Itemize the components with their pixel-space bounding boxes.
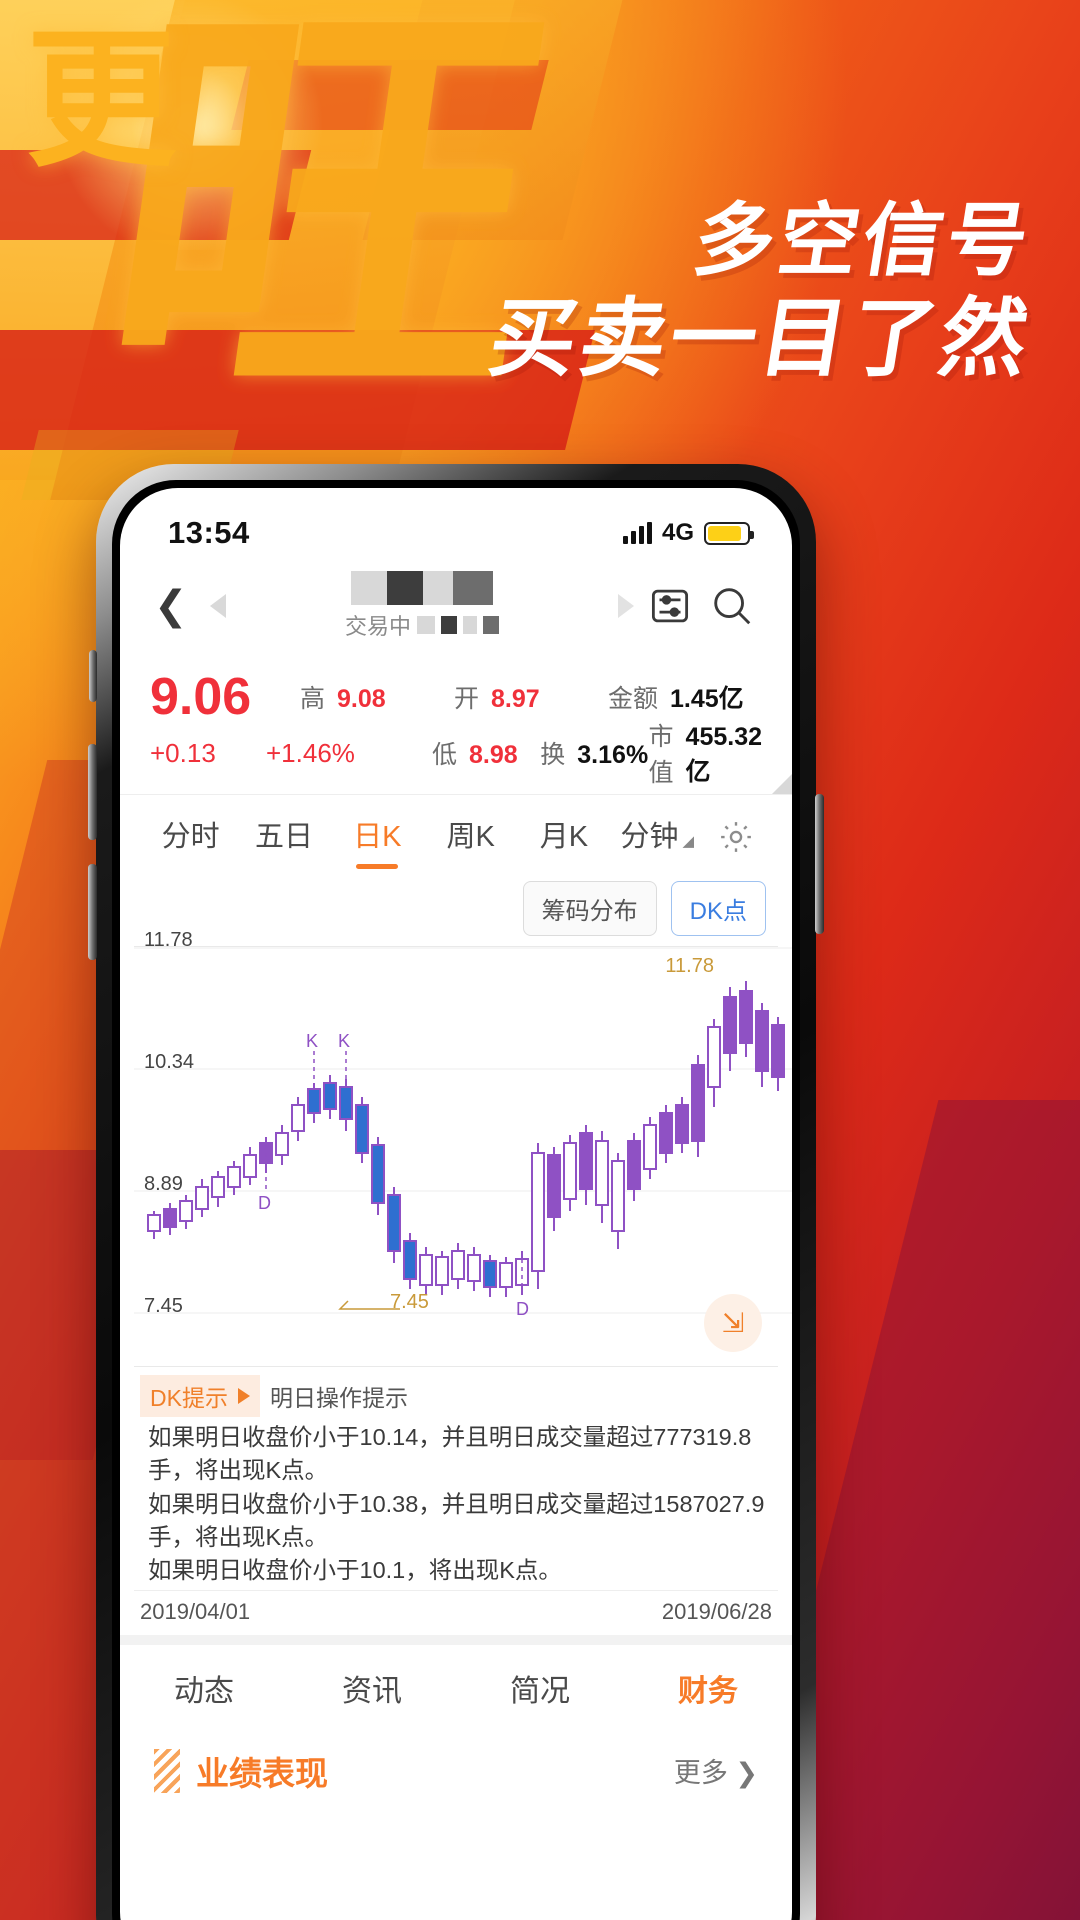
gear-icon[interactable]: [704, 818, 768, 856]
tab-wuri[interactable]: 五日: [237, 813, 330, 861]
dk-subtitle: 明日操作提示: [269, 1385, 408, 1411]
stat-value: 8.97: [491, 685, 540, 713]
svg-text:K: K: [338, 1031, 350, 1051]
navigation-bar: ❮ 交易中: [120, 560, 792, 652]
tab-zixun[interactable]: 资讯: [288, 1666, 456, 1710]
tab-riK[interactable]: 日K: [331, 813, 424, 861]
more-link[interactable]: 更多 ❯: [674, 1751, 758, 1790]
back-button[interactable]: ❮: [154, 586, 200, 626]
dk-badge: DK提示: [140, 1375, 260, 1417]
hatch-marker-icon: [154, 1748, 180, 1793]
dk-hint-header: DK提示 明日操作提示: [140, 1375, 772, 1417]
date-end: 2019/06/28: [661, 1598, 772, 1624]
stat-label: 换: [540, 741, 566, 769]
quote-stat-high: 高 9.08: [300, 679, 454, 715]
tab-fenzhong[interactable]: 分钟 ◢: [611, 813, 704, 861]
phone-volume-down-button: [88, 864, 97, 960]
stat-label: 低: [432, 741, 458, 769]
stat-value: 3.16%: [577, 741, 649, 769]
phone-frame: 13:54 4G ❮ 交易中 9.06 高 9.08 开 8.97 金额 1.4…: [88, 464, 824, 1920]
svg-text:D: D: [258, 1193, 271, 1213]
y-tick-2: 10.34: [144, 1051, 195, 1073]
status-indicators: 4G: [622, 519, 754, 547]
stat-label: 市值: [648, 723, 674, 787]
candlestick-chart[interactable]: KK D D 11.78 10.34 8.89 7.45 11.78 7.45 ⇲: [134, 929, 792, 1366]
stat-value: 9.08: [337, 685, 386, 713]
dk-body-text: 如果明日收盘价小于10.14，并且明日成交量超过777319.8手，将出现K点。…: [148, 1424, 765, 1584]
tab-dongtai[interactable]: 动态: [120, 1666, 288, 1710]
quote-stat-low: 低 8.98: [432, 735, 540, 771]
stat-label: 高: [300, 685, 326, 713]
y-tick-3: 8.89: [144, 1173, 183, 1195]
section-tabs: 动态 资讯 简况 财务: [120, 1634, 792, 1731]
tab-jiankuang[interactable]: 简况: [456, 1666, 624, 1710]
quote-stat-amount: 金额 1.45亿: [608, 679, 762, 715]
prev-stock-button[interactable]: [210, 594, 226, 618]
status-clock: 13:54: [168, 515, 250, 550]
network-type-label: 4G: [661, 519, 694, 546]
sliders-icon[interactable]: [644, 580, 696, 632]
chart-period-tabs: 分时 五日 日K 周K 月K 分钟 ◢: [120, 795, 792, 879]
chart-low-annotation: 7.45: [390, 1291, 429, 1313]
performance-section-header: 业绩表现 更多 ❯: [120, 1731, 792, 1795]
quote-stat-open: 开 8.97: [454, 679, 608, 715]
tab-fenzhong-label: 分钟: [620, 821, 679, 853]
tab-fenshi[interactable]: 分时: [144, 813, 237, 861]
candle-series: [147, 981, 785, 1297]
chart-canvas: KK D D: [134, 947, 792, 1319]
dk-badge-label: DK提示: [150, 1385, 228, 1411]
tab-yueK[interactable]: 月K: [517, 813, 610, 861]
chevron-down-icon: ◢: [682, 833, 695, 850]
phone-mute-switch: [89, 650, 97, 702]
chart-indicator-chips: 筹码分布 DK点: [120, 879, 792, 946]
date-start: 2019/04/01: [140, 1598, 251, 1624]
status-bar: 13:54 4G: [120, 488, 792, 560]
stat-value: 1.45亿: [670, 685, 744, 713]
stock-title-block: 交易中: [236, 571, 608, 641]
chip-dk-point[interactable]: DK点: [670, 881, 766, 936]
quote-panel: 9.06 高 9.08 开 8.97 金额 1.45亿 +0.13 +1.46%: [120, 652, 792, 795]
svg-text:D: D: [516, 1299, 529, 1319]
dk-hint-panel[interactable]: DK提示 明日操作提示 如果明日收盘价小于10.14，并且明日成交量超过7773…: [134, 1366, 778, 1590]
poster-big-char-1: 更: [26, 14, 177, 188]
expand-icon[interactable]: ⇲: [704, 1294, 762, 1352]
battery-icon: [704, 521, 754, 545]
phone-volume-up-button: [88, 744, 97, 840]
price-change-pct: +1.46%: [266, 737, 355, 768]
next-stock-button[interactable]: [618, 594, 634, 618]
quote-stat-marketcap: 市值 455.32亿: [649, 717, 762, 789]
svg-text:K: K: [306, 1031, 318, 1051]
search-icon[interactable]: [706, 580, 758, 632]
chart-date-range: 2019/04/01 2019/06/28: [134, 1589, 778, 1635]
performance-title: 业绩表现: [196, 1754, 328, 1792]
phone-screen: 13:54 4G ❮ 交易中 9.06 高 9.08 开 8.97 金额 1.4…: [120, 488, 792, 1920]
stat-value: 455.32亿: [685, 723, 763, 786]
market-status-label: 交易中: [344, 614, 411, 639]
quote-expand-corner[interactable]: [772, 774, 792, 794]
price-change: +0.13: [150, 737, 216, 768]
tab-caiwu[interactable]: 财务: [624, 1666, 792, 1710]
poster-headline-line2: 买卖一目了然: [482, 289, 1039, 389]
chip-chouma-fenbu[interactable]: 筹码分布: [522, 881, 657, 936]
stock-name-redacted: [351, 571, 493, 605]
phone-bezel: 13:54 4G ❮ 交易中 9.06 高 9.08 开 8.97 金额 1.4…: [112, 480, 800, 1920]
stat-label: 开: [454, 685, 480, 713]
stat-value: 8.98: [469, 741, 518, 769]
stock-status-row: 交易中: [345, 609, 499, 641]
y-tick-min: 7.45: [144, 1295, 183, 1317]
y-tick-max: 11.78: [144, 929, 193, 951]
quote-stat-turnover: 换 3.16%: [540, 735, 648, 771]
signal-bars-icon: [622, 522, 652, 544]
phone-power-button: [815, 794, 824, 934]
tab-zhouK[interactable]: 周K: [424, 813, 517, 861]
stat-label: 金额: [608, 685, 659, 713]
play-triangle-icon: [237, 1388, 250, 1404]
chart-high-annotation: 11.78: [665, 955, 714, 977]
last-price: 9.06: [150, 668, 252, 726]
